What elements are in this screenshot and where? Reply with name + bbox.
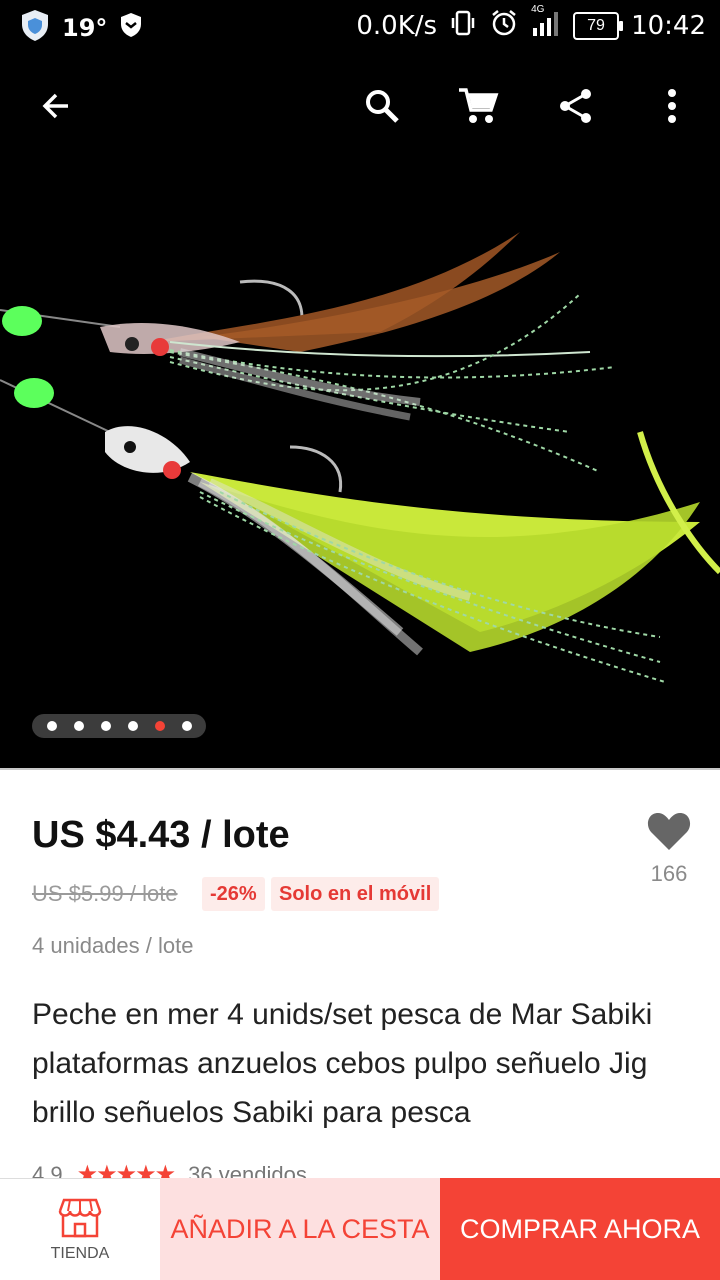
share-icon bbox=[560, 89, 591, 123]
gallery-pagination bbox=[32, 714, 206, 738]
network-speed: 0.0K/s bbox=[356, 10, 438, 41]
discount-badge: -26% bbox=[202, 877, 265, 911]
buy-now-button[interactable]: COMPRAR AHORA bbox=[440, 1178, 720, 1280]
gallery-dot[interactable] bbox=[181, 721, 192, 731]
status-bar: 19° 0.0K/s 4G 79 10:42 bbox=[0, 0, 720, 52]
store-button[interactable]: TIENDA bbox=[0, 1178, 160, 1280]
alarm-icon bbox=[489, 8, 519, 43]
gallery-dot[interactable] bbox=[154, 721, 165, 731]
cart-button[interactable] bbox=[452, 80, 504, 132]
bottom-action-bar: TIENDA AÑADIR A LA CESTA COMPRAR AHORA bbox=[0, 1178, 720, 1280]
more-options-button[interactable] bbox=[646, 80, 698, 132]
wishlist-button[interactable]: 166 bbox=[640, 810, 698, 900]
network-type-label: 4G bbox=[531, 4, 545, 15]
store-label: TIENDA bbox=[50, 1244, 110, 1262]
temperature: 19° bbox=[62, 13, 108, 42]
gallery-dot[interactable] bbox=[46, 721, 57, 731]
gallery-dot[interactable] bbox=[127, 721, 138, 731]
search-button[interactable] bbox=[356, 80, 408, 132]
original-price: US $5.99 / lote bbox=[32, 881, 178, 906]
more-vertical-icon bbox=[668, 89, 676, 123]
heart-icon bbox=[647, 813, 691, 850]
add-to-cart-button[interactable]: AÑADIR A LA CESTA bbox=[160, 1178, 440, 1280]
wishlist-count: 166 bbox=[650, 861, 688, 886]
product-title: Peche en mer 4 unids/set pesca de Mar Sa… bbox=[32, 998, 653, 1129]
mobile-only-badge: Solo en el móvil bbox=[271, 877, 440, 911]
gallery-dot[interactable] bbox=[73, 721, 84, 731]
units-per-lot: 4 unidades / lote bbox=[32, 933, 194, 958]
battery-icon: 79 bbox=[573, 11, 624, 40]
cart-icon bbox=[459, 88, 499, 123]
clock: 10:42 bbox=[631, 10, 706, 41]
arrow-left-icon bbox=[42, 93, 68, 119]
app-toolbar bbox=[0, 52, 720, 162]
divider bbox=[0, 768, 720, 770]
vibrate-icon bbox=[449, 9, 477, 42]
back-button[interactable] bbox=[30, 80, 82, 132]
signal-icon: 4G bbox=[531, 4, 561, 43]
product-price: US $4.43 / lote bbox=[32, 814, 290, 856]
notification-shield-icon bbox=[119, 12, 143, 43]
search-icon bbox=[366, 90, 399, 123]
store-icon bbox=[58, 1198, 102, 1237]
gallery-dot[interactable] bbox=[100, 721, 111, 731]
shield-icon bbox=[20, 8, 50, 47]
share-button[interactable] bbox=[550, 80, 602, 132]
